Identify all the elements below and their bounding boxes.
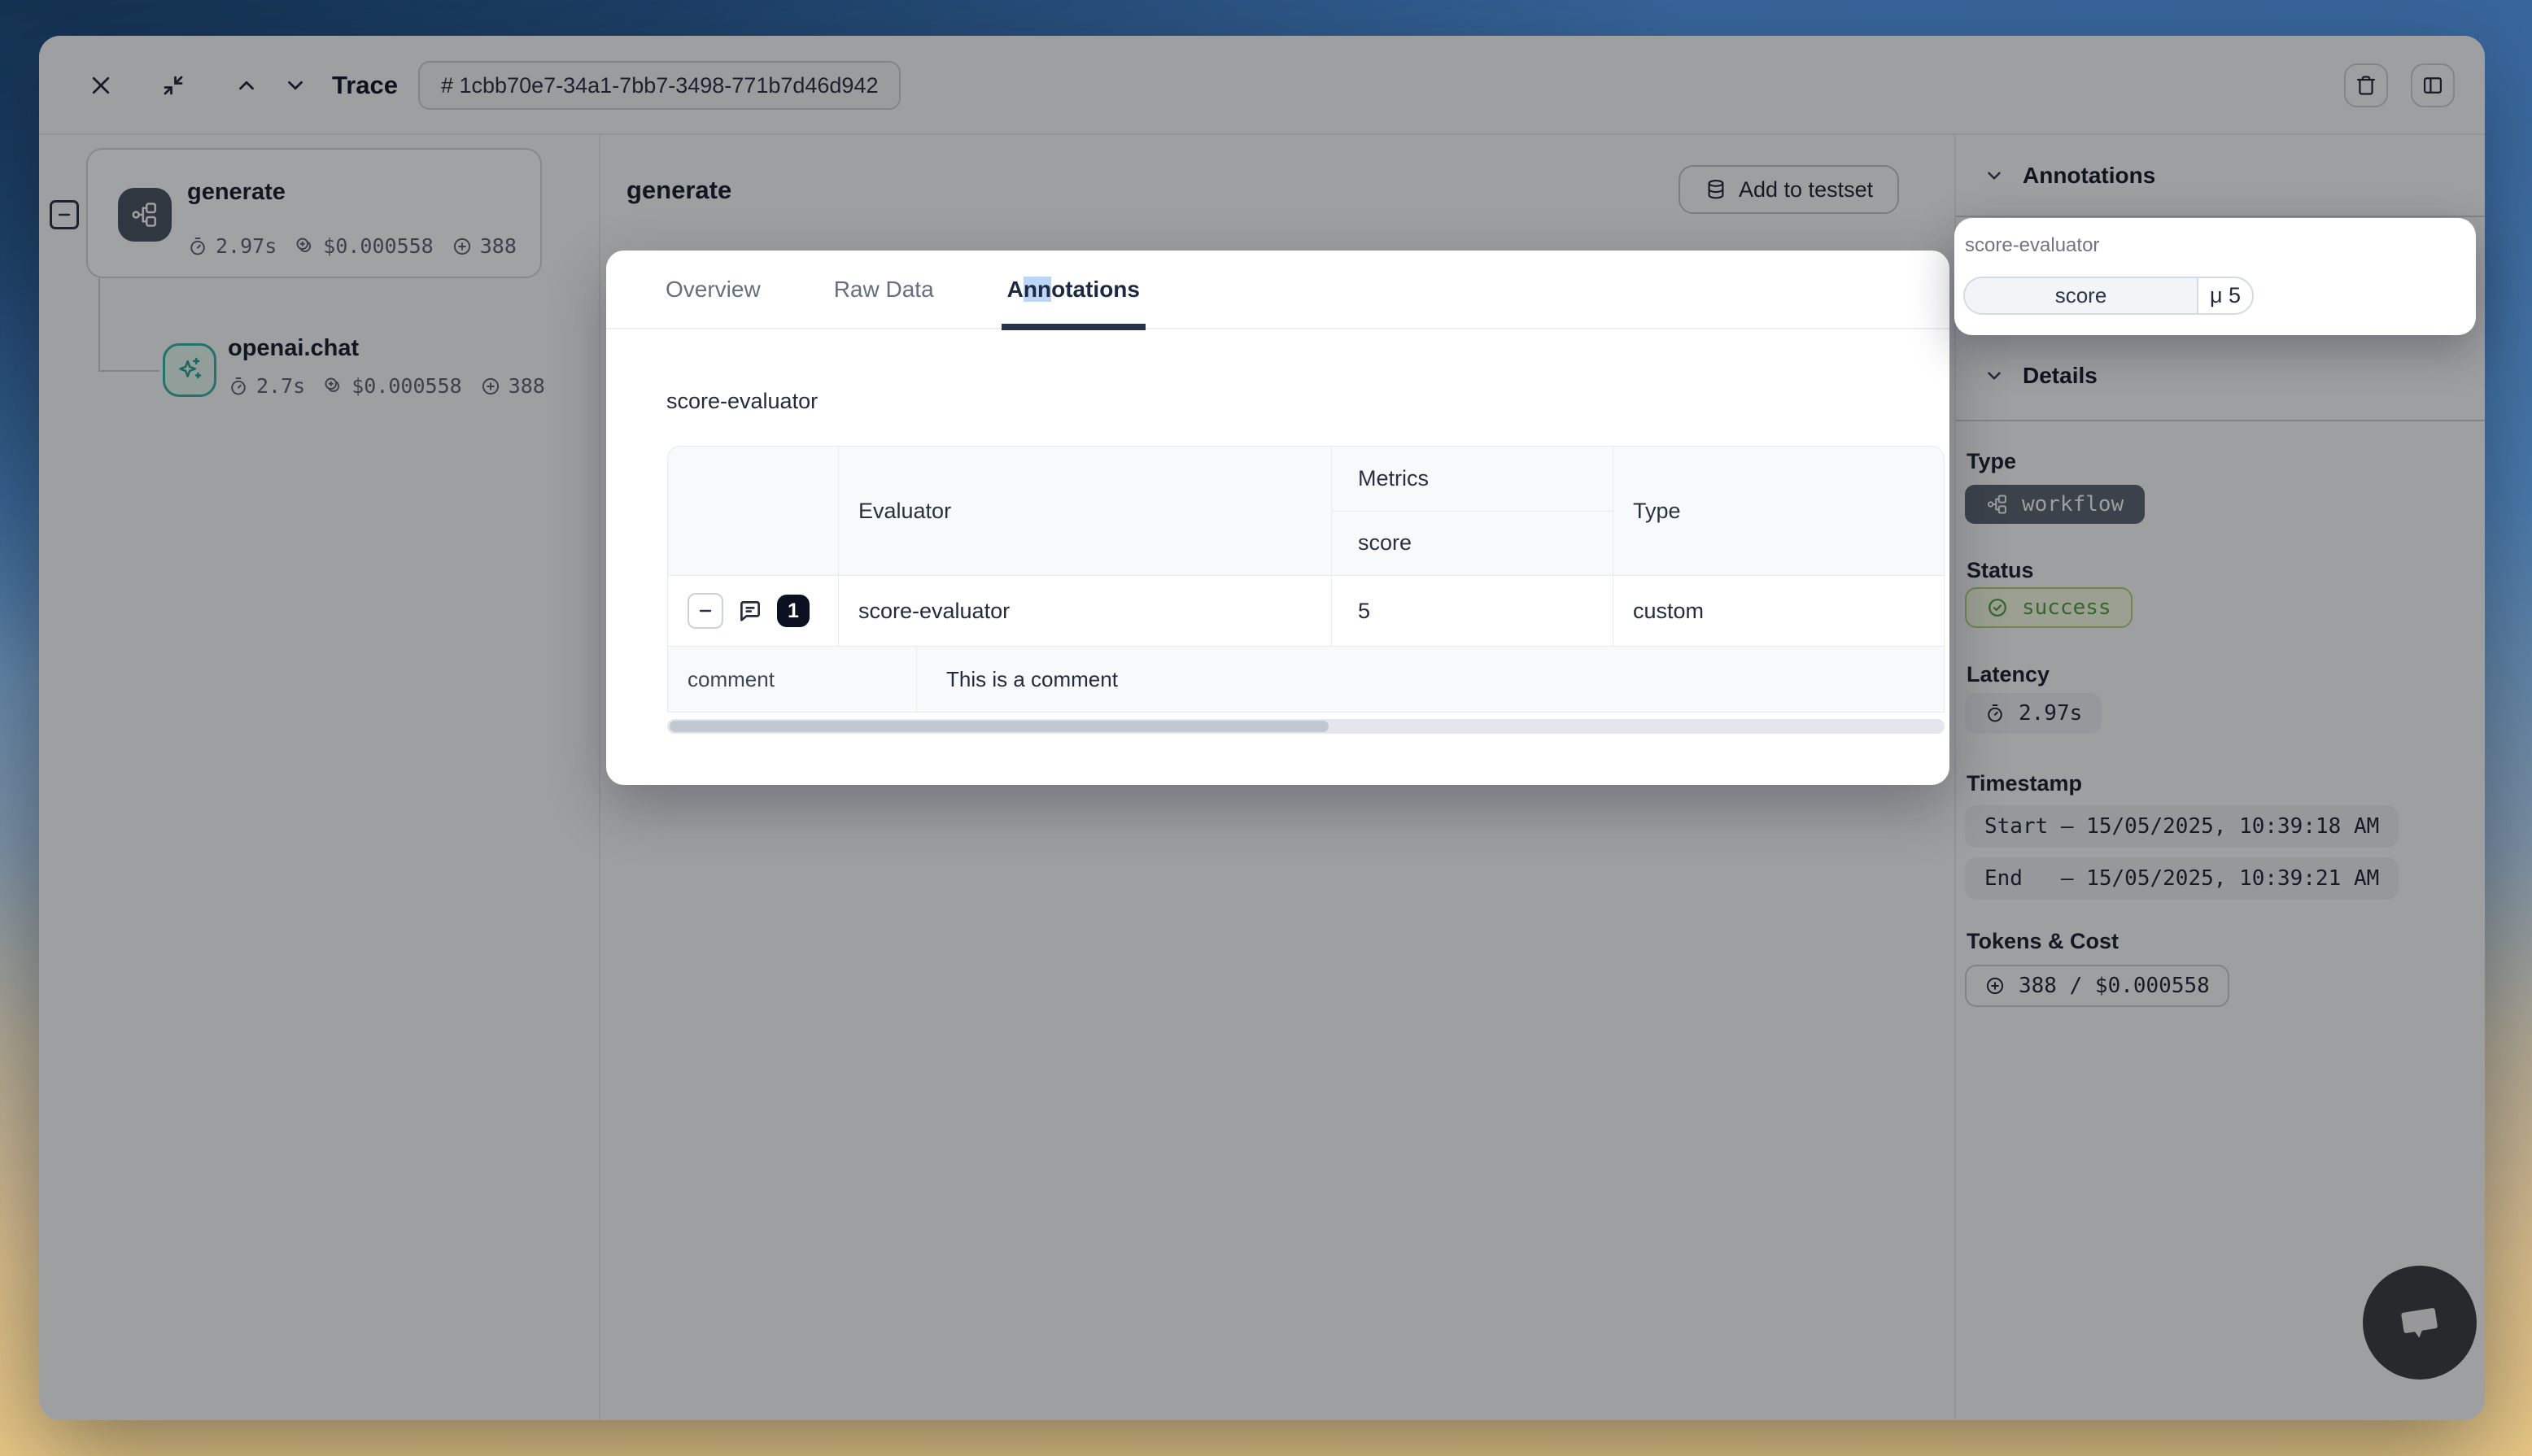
tab-overview[interactable]: Overview	[647, 250, 779, 329]
actions-header-cell	[668, 447, 839, 575]
annotations-popover: score-evaluator score μ 5	[1954, 218, 2476, 335]
minus-icon	[696, 601, 715, 621]
collapse-row-button[interactable]	[688, 593, 723, 629]
evaluator-header-cell: Evaluator	[839, 447, 1332, 575]
metric-name-label: score	[1332, 512, 1613, 576]
tab-label: Raw Data	[834, 277, 934, 303]
comment-row: comment This is a comment	[668, 646, 1944, 712]
metric-mean-value: μ 5	[2198, 278, 2252, 313]
annotations-table: Evaluator Metrics score Type 1 score-eva…	[667, 446, 1945, 713]
tab-annotations[interactable]: Annotations	[989, 250, 1159, 329]
trace-modal: Trace # 1cbb70e7-34a1-7bb7-3498-771b7d46…	[39, 36, 2485, 1420]
type-cell: custom	[1613, 576, 1944, 646]
tab-label: Overview	[666, 277, 761, 303]
metrics-header-label: Metrics	[1332, 447, 1613, 512]
metrics-header-cell: Metrics score	[1332, 447, 1613, 575]
span-detail-panel: Overview Raw Data Annotations score-eval…	[606, 251, 1949, 785]
tab-raw-data[interactable]: Raw Data	[815, 250, 953, 329]
tab-bar: Overview Raw Data Annotations	[606, 251, 1949, 329]
evaluator-cell: score-evaluator	[839, 576, 1332, 646]
tab-label: Annotations	[1007, 277, 1140, 303]
metric-name[interactable]: score	[1965, 278, 2198, 313]
horizontal-scrollbar-track[interactable]	[667, 719, 1945, 734]
comment-icon	[736, 597, 764, 625]
table-header-row: Evaluator Metrics score Type	[668, 447, 1944, 575]
horizontal-scrollbar-thumb[interactable]	[670, 721, 1329, 732]
comment-button[interactable]	[736, 597, 764, 625]
evaluator-section-title: score-evaluator	[666, 389, 818, 414]
comment-count-badge: 1	[777, 595, 810, 627]
comment-value-cell: This is a comment	[917, 647, 1944, 712]
comment-label-cell: comment	[668, 647, 917, 712]
table-row[interactable]: 1 score-evaluator 5 custom	[668, 575, 1944, 646]
score-cell: 5	[1332, 576, 1613, 646]
type-header-cell: Type	[1613, 447, 1944, 575]
text-selection: nn	[1024, 277, 1051, 302]
row-actions-cell: 1	[668, 576, 839, 646]
score-metric-chip[interactable]: score μ 5	[1963, 277, 2254, 315]
popover-evaluator-label: score-evaluator	[1965, 234, 2099, 257]
